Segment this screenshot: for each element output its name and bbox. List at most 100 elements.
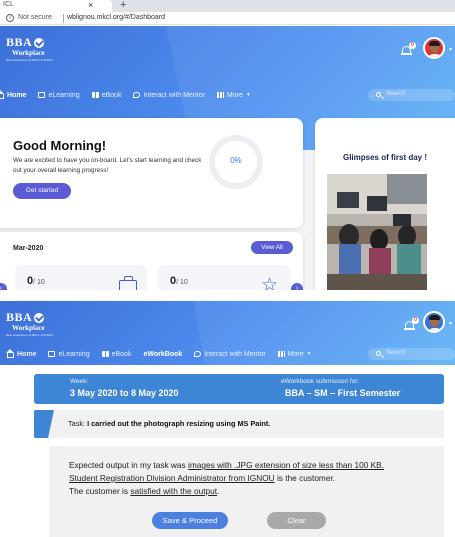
chevron-down-icon: ▼ [306, 351, 312, 357]
submission-value: BBA – SM – First Semester [285, 388, 401, 398]
nav-interact-mentor[interactable]: Interact with Mentor [194, 350, 266, 358]
nav-elearning-label: eLearning [58, 350, 90, 358]
check-badge-icon [34, 312, 45, 323]
browser-tab[interactable]: ICL × [0, 0, 112, 12]
nav-elearning[interactable]: eLearning [38, 92, 80, 99]
book-icon [91, 92, 99, 98]
chat-icon [133, 92, 141, 98]
nav-more-label: More [226, 91, 243, 99]
info-icon[interactable]: i [6, 14, 14, 22]
bba-workplace-logo[interactable]: BBA Workplace Best experience at MKCL & … [6, 35, 53, 62]
progress-ring: 0% [209, 135, 263, 189]
submission-label: eWorkbook submission for: [281, 378, 360, 385]
stat-total: / 10 [176, 279, 188, 286]
new-tab-icon[interactable]: + [120, 0, 126, 11]
logo-main-text: BBA [6, 310, 33, 324]
main-nav: Home eLearning eBook Interact with Mento… [0, 87, 263, 103]
output-part1: Expected output in my task was [69, 460, 188, 470]
first-day-photo[interactable] [327, 174, 427, 292]
week-info-bar: Week: 3 May 2020 to 8 May 2020 eWorkbook… [34, 374, 444, 404]
nav-more-label: More [287, 350, 304, 358]
search-placeholder: Search [386, 91, 406, 97]
logo-sub-text: Workplace [12, 324, 45, 332]
week-label: Week: [70, 378, 89, 385]
logo-sub-text: Workplace [12, 49, 45, 57]
notification-count: 0 [412, 317, 419, 324]
greeting-message: We are excited to have you on-board. Let… [13, 157, 202, 174]
nav-interact-mentor-label: Interact with Mentor [204, 350, 266, 358]
task-prefix: Task: [68, 419, 88, 428]
greeting-title: Good Morning! [13, 138, 107, 153]
task-text: Task: I carried out the photograph resiz… [68, 419, 270, 428]
main-nav-2: Home eLearning eBook eWorkBook Interact … [6, 346, 324, 362]
user-avatar[interactable] [423, 37, 445, 59]
nav-ebook-label: eBook [111, 350, 132, 358]
nav-home[interactable]: Home [0, 89, 27, 99]
notification-bell-icon-2[interactable]: 0 [404, 317, 419, 331]
nav-home-label: Home [7, 91, 27, 99]
week-value: 3 May 2020 to 8 May 2020 [70, 388, 179, 398]
avatar-caret-icon-2[interactable]: ▾ [449, 320, 452, 327]
search-icon [376, 351, 381, 356]
greeting-card: Good Morning! We are excited to have you… [0, 118, 303, 228]
book-icon [101, 351, 109, 357]
nav-interact-mentor[interactable]: Interact with Mentor [133, 91, 205, 99]
search-placeholder: Search [386, 350, 406, 356]
stat-total: / 10 [33, 279, 45, 286]
user-avatar-2[interactable] [423, 311, 445, 333]
expected-output-text: Expected output in my task was images wi… [69, 459, 429, 498]
output-part4: . [217, 486, 220, 496]
classroom-photo-image [327, 174, 427, 292]
save-proceed-button[interactable]: Save & Proceed [152, 512, 228, 529]
output-underline-1: images with .JPG extension of size less … [187, 460, 384, 470]
search-input[interactable]: Search [368, 89, 455, 101]
glimpses-card: Glimpses of first day ! [315, 118, 455, 298]
task-description: I carried out the photograph resizing us… [87, 419, 271, 428]
home-icon [0, 89, 4, 99]
not-secure-label[interactable]: Not secure [18, 14, 52, 21]
nav-ebook-label: eBook [101, 91, 122, 99]
glimpses-title: Glimpses of first day ! [342, 153, 428, 162]
nav-home-label: Home [17, 350, 37, 358]
logo-main-text: BBA [6, 35, 33, 49]
progress-percent: 0% [230, 156, 242, 165]
view-all-button[interactable]: View All [251, 241, 293, 254]
clear-button[interactable]: Clear [267, 512, 326, 529]
chevron-down-icon: ▼ [245, 92, 251, 98]
screen-icon [38, 92, 46, 98]
bba-workplace-logo-2[interactable]: BBA Workplace Best experience at MKCL & … [6, 310, 53, 337]
check-badge-icon [34, 37, 45, 48]
nav-elearning[interactable]: eLearning [48, 350, 90, 358]
nav-ebook[interactable]: eBook [91, 91, 122, 99]
month-label: Mar-2020 [13, 245, 44, 252]
task-flag-icon [34, 410, 54, 438]
browser-tab-title: ICL [3, 1, 14, 8]
output-part2: is the customer. [274, 473, 336, 483]
browser-tab-bar: ICL × + [0, 0, 455, 12]
logo-tagline: Best experience at MKCL & IGNOU [6, 58, 54, 62]
grid-icon [277, 351, 285, 357]
address-bar[interactable]: i Not secure wblignou.mkcl.org/#/Dashboa… [0, 12, 455, 25]
output-underline-2: Student Registration Division Administra… [69, 473, 275, 483]
url-text[interactable]: wblignou.mkcl.org/#/Dashboard [67, 14, 165, 21]
address-separator [63, 14, 64, 23]
close-tab-icon[interactable]: × [88, 0, 93, 10]
logo-tagline: Best experience at MKCL & IGNOU [6, 333, 54, 337]
search-input-2[interactable]: Search [368, 348, 455, 360]
screen-icon [48, 351, 56, 357]
avatar-caret-icon[interactable]: ▾ [449, 46, 452, 53]
notification-count: 0 [409, 42, 416, 49]
expected-output-box: Expected output in my task was images wi… [49, 446, 444, 537]
nav-home[interactable]: Home [6, 348, 37, 358]
nav-ebook[interactable]: eBook [101, 350, 132, 358]
nav-more[interactable]: More ▼ [216, 91, 251, 99]
task-row: Task: I carried out the photograph resiz… [34, 410, 444, 438]
nav-more[interactable]: More ▼ [277, 350, 312, 358]
output-part3: The customer is [69, 486, 131, 496]
screenshot-divider [0, 290, 455, 300]
nav-interact-mentor-label: Interact with Mentor [143, 91, 205, 99]
get-started-button[interactable]: Get started [13, 183, 71, 199]
notification-bell-icon[interactable]: 0 [401, 42, 416, 56]
nav-eworkbook[interactable]: eWorkBook [143, 351, 182, 358]
output-underline-3: satisfied with the output [130, 486, 218, 496]
